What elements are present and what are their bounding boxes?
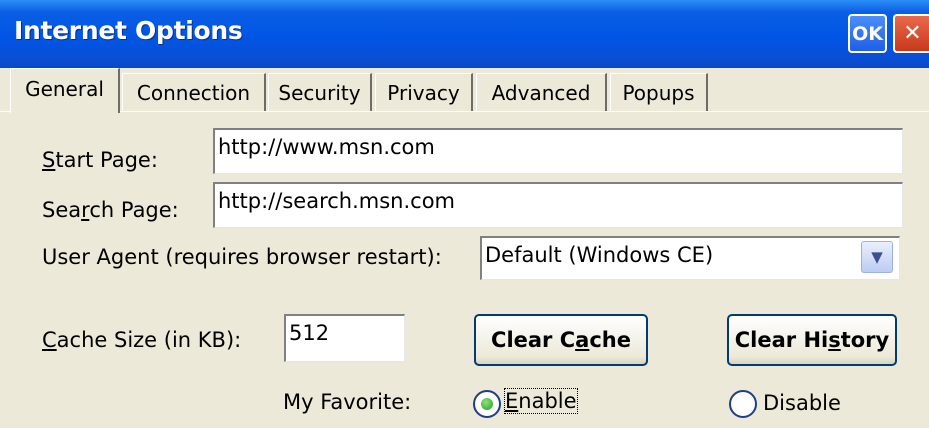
enable-radio[interactable] [473, 390, 501, 418]
tab-advanced[interactable]: Advanced [476, 73, 607, 111]
close-button[interactable]: ✕ [893, 14, 929, 53]
tab-popups[interactable]: Popups [610, 73, 708, 111]
enable-label[interactable]: Enable [504, 388, 578, 414]
start-page-label: Start Page: [42, 148, 158, 172]
tab-label: Privacy [387, 81, 460, 105]
user-agent-label: User Agent (requires browser restart): [42, 245, 442, 269]
search-page-label: Search Page: [42, 198, 179, 222]
tab-general[interactable]: General [10, 68, 120, 113]
tab-privacy[interactable]: Privacy [375, 73, 473, 111]
tab-divider [0, 111, 929, 112]
start-page-input[interactable]: http://www.msn.com [213, 128, 903, 174]
clear-cache-button[interactable]: Clear Ca che [474, 314, 648, 366]
ok-button[interactable]: OK [848, 14, 887, 53]
tab-label: Popups [622, 81, 695, 105]
user-agent-select[interactable]: Default (Windows CE) [480, 236, 900, 280]
tab-label: Advanced [491, 81, 591, 105]
close-icon: ✕ [903, 21, 922, 46]
my-favorite-label: My Favorite: [283, 390, 412, 414]
clear-history-button[interactable]: Clear Hi s tory [727, 314, 897, 366]
disable-radio[interactable] [729, 390, 757, 418]
radio-selected-dot [481, 398, 493, 410]
tab-label: Connection [136, 81, 251, 105]
disable-label[interactable]: Disable [763, 391, 841, 415]
window-title: Internet Options [14, 16, 243, 45]
tab-label: Security [278, 81, 361, 105]
tab-strip: General Connection Security Privacy Adva… [0, 68, 929, 114]
cache-size-input[interactable]: 512 [284, 314, 405, 362]
title-bar: Internet Options OK ✕ [0, 0, 929, 68]
cache-size-label: Cache Size (in KB): [42, 328, 242, 352]
tab-label: General [25, 77, 104, 101]
chevron-down-icon[interactable]: ▼ [861, 241, 893, 273]
tab-security[interactable]: Security [268, 73, 372, 111]
tab-connection[interactable]: Connection [122, 73, 266, 111]
search-page-input[interactable]: http://search.msn.com [213, 182, 903, 228]
